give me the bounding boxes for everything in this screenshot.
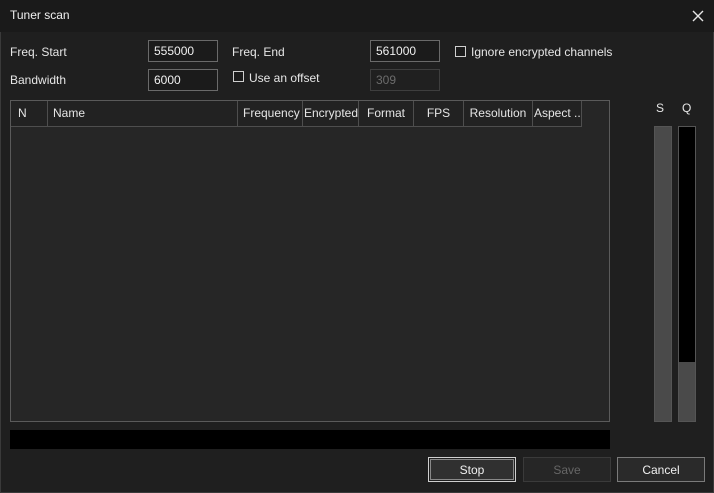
close-button[interactable]: [686, 4, 710, 28]
close-icon: [692, 10, 704, 22]
column-fps[interactable]: FPS: [414, 101, 464, 126]
freq-start-label: Freq. Start: [10, 45, 67, 59]
use-offset-checkbox[interactable]: [233, 71, 244, 82]
quality-meter: [678, 126, 696, 422]
window-title: Tuner scan: [10, 8, 70, 22]
quality-meter-fill: [679, 362, 695, 421]
freq-end-label: Freq. End: [232, 45, 285, 59]
title-bar: [0, 0, 714, 32]
ignore-encrypted-checkbox[interactable]: [455, 46, 466, 57]
bandwidth-label: Bandwidth: [10, 73, 67, 87]
column-aspect[interactable]: Aspect ...: [533, 101, 582, 126]
column-encrypted[interactable]: Encrypted: [303, 101, 359, 126]
save-button[interactable]: Save: [523, 457, 611, 482]
column-resolution[interactable]: Resolution: [464, 101, 533, 126]
column-frequency[interactable]: Frequency: [238, 101, 303, 126]
cancel-button[interactable]: Cancel: [617, 457, 705, 482]
quality-label: Q: [682, 101, 692, 115]
column-name[interactable]: Name: [48, 101, 238, 126]
use-offset-label: Use an offset: [249, 71, 320, 85]
table-header: N Name Frequency Encrypted Format FPS Re…: [11, 101, 582, 127]
column-n[interactable]: N: [11, 101, 48, 126]
freq-start-input[interactable]: [148, 40, 218, 62]
signal-meter-fill: [655, 127, 671, 421]
freq-end-input[interactable]: [370, 40, 440, 62]
offset-input[interactable]: [370, 69, 440, 91]
scan-progress-bar: [10, 430, 610, 449]
column-format[interactable]: Format: [359, 101, 414, 126]
ignore-encrypted-label: Ignore encrypted channels: [471, 45, 613, 59]
signal-meter: [654, 126, 672, 422]
stop-button[interactable]: Stop: [428, 457, 516, 482]
bandwidth-input[interactable]: [148, 69, 218, 91]
signal-label: S: [656, 101, 665, 115]
channel-table[interactable]: N Name Frequency Encrypted Format FPS Re…: [10, 100, 610, 422]
